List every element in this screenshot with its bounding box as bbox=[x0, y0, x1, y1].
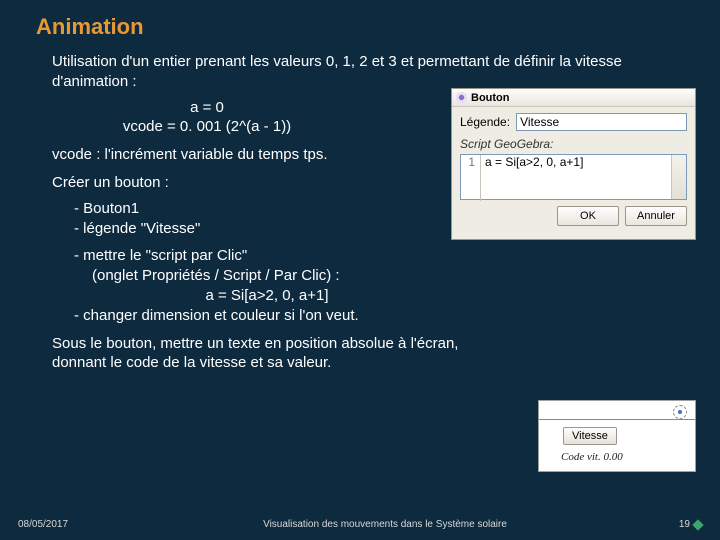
script-label: Script GeoGebra: bbox=[452, 135, 695, 154]
para-intro: Utilisation d'un entier prenant les vale… bbox=[52, 52, 652, 92]
script-textarea[interactable]: 1 a = Si[a>2, 0, a+1] bbox=[460, 154, 687, 200]
equation-a: a = 0 bbox=[52, 98, 362, 118]
legende-label: Légende: bbox=[460, 115, 510, 129]
cancel-button[interactable]: Annuler bbox=[625, 206, 687, 226]
geogebra-icon bbox=[456, 92, 467, 103]
slide-title: Animation bbox=[36, 14, 684, 40]
footer-page: 19 bbox=[679, 519, 690, 530]
ok-button[interactable]: OK bbox=[557, 206, 619, 226]
vitesse-preview: Vitesse Code vit. 0.00 bbox=[538, 400, 696, 472]
script-line-content: a = Si[a>2, 0, a+1] bbox=[481, 155, 583, 169]
vitesse-code-text: Code vit. 0.00 bbox=[561, 451, 623, 463]
bullet-script-detail: (onglet Propriétés / Script / Par Clic) … bbox=[52, 266, 684, 286]
vitesse-button[interactable]: Vitesse bbox=[563, 427, 617, 445]
dialog-titlebar: Bouton bbox=[452, 89, 695, 107]
script-lineno: 1 bbox=[461, 155, 481, 201]
equation-si: a = Si[a>2, 0, a+1] bbox=[52, 286, 482, 306]
bullet-changer: - changer dimension et couleur si l'on v… bbox=[52, 306, 452, 326]
legende-input[interactable] bbox=[516, 113, 687, 131]
dialog-title: Bouton bbox=[471, 92, 509, 104]
slide-footer: 08/05/2017 Visualisation des mouvements … bbox=[0, 519, 720, 530]
equation-vcode: vcode = 0. 001 (2^(a - 1)) bbox=[52, 117, 362, 137]
footer-title: Visualisation des mouvements dans le Sys… bbox=[108, 519, 662, 530]
footer-marker-icon bbox=[692, 519, 703, 530]
para-text-below: Sous le bouton, mettre un texte en posit… bbox=[52, 334, 492, 374]
footer-date: 08/05/2017 bbox=[18, 519, 108, 530]
bullet-script: - mettre le "script par Clic" bbox=[52, 246, 684, 266]
point-dot bbox=[678, 410, 682, 414]
axis-line bbox=[539, 419, 695, 420]
geogebra-dialog: Bouton Légende: Script GeoGebra: 1 a = S… bbox=[451, 88, 696, 240]
